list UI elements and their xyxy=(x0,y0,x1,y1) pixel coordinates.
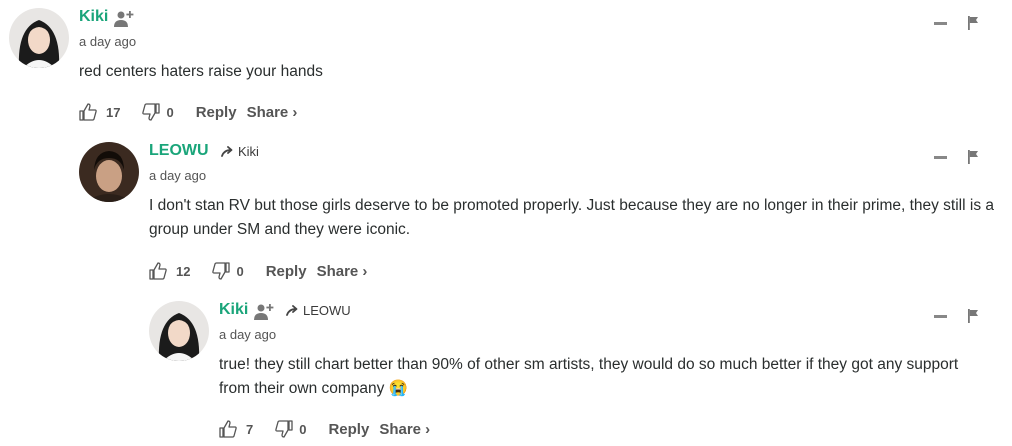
reply-to-name[interactable]: Kiki xyxy=(238,144,259,159)
reply-arrow-icon xyxy=(221,145,233,157)
downvote-count: 0 xyxy=(236,263,244,279)
comment-text: I don't stan RV but those girls deserve … xyxy=(149,197,994,238)
share-button[interactable]: Share › xyxy=(317,263,368,280)
timestamp[interactable]: a day ago xyxy=(149,168,206,183)
share-button[interactable]: Share › xyxy=(247,104,298,121)
author-name[interactable]: LEOWU xyxy=(149,142,209,160)
downvote-count: 0 xyxy=(166,104,174,120)
thumbs-down-icon xyxy=(142,103,161,121)
minus-icon[interactable] xyxy=(934,314,947,318)
upvote-button[interactable]: 12 xyxy=(149,262,190,280)
share-button[interactable]: Share › xyxy=(379,421,430,438)
downvote-button[interactable]: 0 xyxy=(275,420,306,438)
upvote-count: 12 xyxy=(176,263,191,279)
thumbs-up-icon xyxy=(149,262,167,280)
thumbs-down-icon xyxy=(275,420,293,438)
upvote-button[interactable]: 17 xyxy=(79,103,120,121)
reply-button[interactable]: Reply xyxy=(328,421,369,438)
downvote-button[interactable]: 0 xyxy=(212,262,244,280)
upvote-count: 17 xyxy=(106,104,121,120)
downvote-count: 0 xyxy=(299,421,307,437)
timestamp[interactable]: a day ago xyxy=(79,34,136,49)
comment: Kiki LEOWU a day ago true! they still ch… xyxy=(149,301,999,441)
avatar[interactable] xyxy=(149,301,209,361)
add-user-icon[interactable] xyxy=(114,10,134,28)
reply-to-name[interactable]: LEOWU xyxy=(303,303,351,318)
comment: Kiki a day ago red centers haters raise … xyxy=(9,8,999,128)
comment-actions: 7 0 Reply Share › xyxy=(219,420,430,438)
author-name[interactable]: Kiki xyxy=(79,8,108,26)
comment-text: true! they still chart better than 90% o… xyxy=(219,356,959,397)
reply-button[interactable]: Reply xyxy=(266,263,307,280)
thumbs-up-icon xyxy=(219,420,237,438)
add-user-icon[interactable] xyxy=(254,303,274,321)
thumbs-up-icon xyxy=(79,103,97,121)
flag-icon[interactable] xyxy=(967,150,979,164)
downvote-button[interactable]: 0 xyxy=(142,103,174,121)
author-name[interactable]: Kiki xyxy=(219,301,248,319)
minus-icon[interactable] xyxy=(934,21,947,25)
reply-to[interactable]: LEOWU xyxy=(286,303,351,318)
comment-actions: 12 0 Reply Share › xyxy=(149,262,367,280)
thumbs-down-icon xyxy=(212,262,231,280)
reply-arrow-icon xyxy=(286,304,298,316)
reply-button[interactable]: Reply xyxy=(196,104,237,121)
timestamp[interactable]: a day ago xyxy=(219,327,276,342)
minus-icon[interactable] xyxy=(934,155,947,159)
upvote-count: 7 xyxy=(246,421,254,437)
comment-actions: 17 0 Reply Share › xyxy=(79,103,297,121)
avatar[interactable] xyxy=(79,142,139,202)
reply-to[interactable]: Kiki xyxy=(221,144,259,159)
comment: LEOWU Kiki a day ago I don't stan RV but… xyxy=(79,142,999,282)
flag-icon[interactable] xyxy=(967,16,979,30)
flag-icon[interactable] xyxy=(967,309,979,323)
comment-text: red centers haters raise your hands xyxy=(79,63,323,80)
upvote-button[interactable]: 7 xyxy=(219,420,253,438)
avatar[interactable] xyxy=(9,8,69,68)
